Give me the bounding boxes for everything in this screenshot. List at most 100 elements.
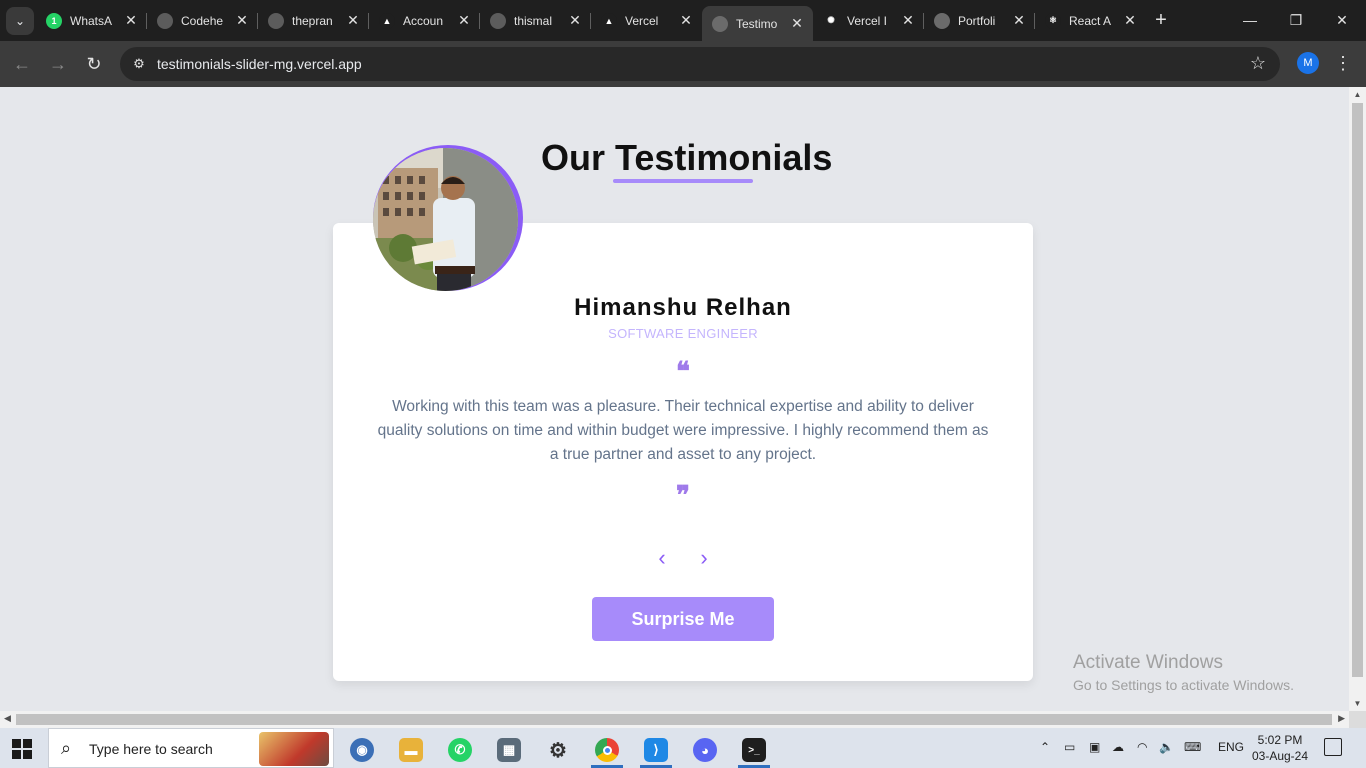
whatsapp-icon: 1 — [46, 12, 62, 29]
tab-9[interactable]: ⚛ React A ✕ — [1035, 6, 1146, 35]
tab-4[interactable]: thismal ✕ — [480, 6, 591, 35]
vercel-icon: ▲ — [379, 12, 395, 29]
activate-windows-title: Activate Windows — [1073, 652, 1223, 673]
tab-close-icon[interactable]: ✕ — [1011, 12, 1027, 29]
tab-separator — [590, 13, 591, 29]
testimonial-text: Working with this team was a pleasure. T… — [377, 398, 989, 463]
scrollbar-corner — [1349, 711, 1366, 728]
tab-title: Testimo — [736, 16, 778, 31]
scroll-up-icon[interactable]: ▲ — [1349, 90, 1366, 99]
settings-icon[interactable]: ⚙ — [538, 732, 578, 768]
address-bar[interactable]: ⚙ testimonials-slider-mg.vercel.app ☆ — [120, 47, 1280, 81]
bookmark-star-icon[interactable]: ☆ — [1250, 53, 1266, 74]
minimize-icon[interactable]: — — [1230, 8, 1270, 32]
tab-close-icon[interactable]: ✕ — [567, 12, 583, 29]
tab-6[interactable]: Testimo ✕ — [702, 6, 813, 41]
tab-title: WhatsA — [70, 13, 113, 28]
back-icon[interactable]: ← — [9, 51, 35, 77]
clock-time: 5:02 PM — [1257, 733, 1303, 747]
tab-7[interactable]: ✺ Vercel I ✕ — [813, 6, 924, 35]
file-explorer-icon[interactable]: ▬ — [391, 732, 431, 768]
keyboard-icon[interactable]: ⌨ — [1184, 740, 1201, 754]
tab-search-icon[interactable]: ⌄ — [6, 7, 34, 35]
url-text[interactable]: testimonials-slider-mg.vercel.app — [157, 56, 362, 72]
chrome-icon[interactable] — [587, 732, 627, 768]
tab-separator — [479, 13, 480, 29]
tab-1[interactable]: Codehe ✕ — [147, 6, 258, 35]
site-info-icon[interactable]: ⚙ — [130, 55, 148, 73]
windows-taskbar: ⌕ Type here to search ◉ ▬ ✆ ▦ ⚙ ⟩ ◕ >_ ⌃… — [0, 728, 1366, 768]
tab-title: Accoun — [403, 13, 444, 28]
calculator-icon[interactable]: ▦ — [489, 732, 529, 768]
taskbar-search-placeholder[interactable]: Type here to search — [89, 741, 213, 757]
volume-icon[interactable]: 🔈 — [1159, 740, 1174, 754]
browser-toolbar: ← → ↻ ⚙ testimonials-slider-mg.vercel.ap… — [0, 41, 1366, 87]
next-testimonial-button[interactable]: › — [692, 545, 716, 571]
tab-separator — [368, 13, 369, 29]
tab-close-icon[interactable]: ✕ — [123, 12, 139, 29]
person-photo-image — [373, 148, 518, 291]
tab-title: Vercel I — [847, 13, 888, 28]
onedrive-icon[interactable]: ☁ — [1112, 740, 1124, 754]
clock-date: 03-Aug-24 — [1251, 749, 1309, 763]
scroll-down-icon[interactable]: ▼ — [1349, 699, 1366, 708]
tab-close-icon[interactable]: ✕ — [234, 12, 250, 29]
tab-close-icon[interactable]: ✕ — [1122, 12, 1138, 29]
surprise-me-button[interactable]: Surprise Me — [592, 597, 774, 641]
profile-avatar[interactable]: M — [1297, 52, 1319, 74]
tab-title: Vercel — [625, 13, 659, 28]
whatsapp-app-icon[interactable]: ✆ — [440, 732, 480, 768]
search-highlight-image — [259, 732, 329, 766]
prev-testimonial-button[interactable]: ‹ — [650, 545, 674, 571]
github-icon — [157, 12, 173, 29]
tab-separator — [923, 13, 924, 29]
tab-separator — [257, 13, 258, 29]
horizontal-scrollbar[interactable]: ◀ ▶ — [0, 711, 1349, 728]
terminal-icon[interactable]: >_ — [734, 732, 774, 768]
wifi-icon[interactable]: ◠ — [1137, 740, 1147, 754]
discord-icon[interactable]: ◕ — [685, 732, 725, 768]
tab-close-icon[interactable]: ✕ — [900, 12, 916, 29]
vscode-icon[interactable]: ⟩ — [636, 732, 676, 768]
webcam-app-icon[interactable]: ◉ — [342, 732, 382, 768]
taskbar-clock[interactable]: 5:02 PM 03-Aug-24 — [1250, 732, 1310, 764]
tab-close-icon[interactable]: ✕ — [456, 12, 472, 29]
testimonial-role: SOFTWARE ENGINEER — [608, 326, 758, 341]
notifications-icon[interactable] — [1324, 738, 1342, 756]
windows-start-icon[interactable] — [12, 739, 32, 759]
tab-close-icon[interactable]: ✕ — [345, 12, 361, 29]
tab-close-icon[interactable]: ✕ — [789, 15, 805, 32]
github-icon — [268, 12, 284, 29]
battery-icon[interactable]: ▭ — [1064, 740, 1075, 754]
restore-icon[interactable]: ❐ — [1276, 8, 1316, 32]
tab-title: Portfoli — [958, 13, 996, 28]
horizontal-scroll-thumb[interactable] — [16, 714, 1332, 725]
tab-close-icon[interactable]: ✕ — [678, 12, 694, 29]
avatar-photo — [373, 148, 518, 291]
meet-now-icon[interactable]: ▣ — [1089, 740, 1100, 754]
scroll-left-icon[interactable]: ◀ — [4, 713, 11, 724]
tab-8[interactable]: Portfoli ✕ — [924, 6, 1035, 35]
reload-icon[interactable]: ↻ — [81, 51, 107, 77]
scroll-right-icon[interactable]: ▶ — [1338, 713, 1345, 724]
tab-2[interactable]: thepran ✕ — [258, 6, 369, 35]
close-window-icon[interactable]: ✕ — [1322, 8, 1362, 32]
tab-3[interactable]: ▲ Accoun ✕ — [369, 6, 480, 35]
vertical-scroll-thumb[interactable] — [1352, 103, 1363, 677]
vertical-scrollbar[interactable]: ▲ ▼ — [1349, 87, 1366, 711]
browser-tabstrip: ⌄ 1 WhatsA ✕ Codehe ✕ thepran ✕ ▲ Accoun ✕ thismal… — [0, 0, 1366, 41]
tray-chevron-icon[interactable]: ⌃ — [1040, 740, 1050, 754]
vercel-icon: ▲ — [601, 12, 617, 29]
tab-5[interactable]: ▲ Vercel ✕ — [591, 6, 702, 35]
tab-title: thismal — [514, 13, 553, 28]
globe-icon — [934, 12, 950, 29]
language-indicator[interactable]: ENG — [1218, 740, 1244, 754]
forward-icon[interactable]: → — [45, 51, 71, 77]
testimonial-name: Himanshu Relhan — [574, 294, 792, 321]
browser-menu-icon[interactable]: ⋮ — [1334, 52, 1352, 74]
new-tab-icon[interactable]: + — [1150, 9, 1172, 31]
react-icon: ⚛ — [1045, 12, 1061, 29]
tab-title: Codehe — [181, 13, 224, 28]
tab-0[interactable]: 1 WhatsA ✕ — [36, 6, 147, 35]
taskbar-search[interactable]: ⌕ Type here to search — [48, 728, 334, 768]
